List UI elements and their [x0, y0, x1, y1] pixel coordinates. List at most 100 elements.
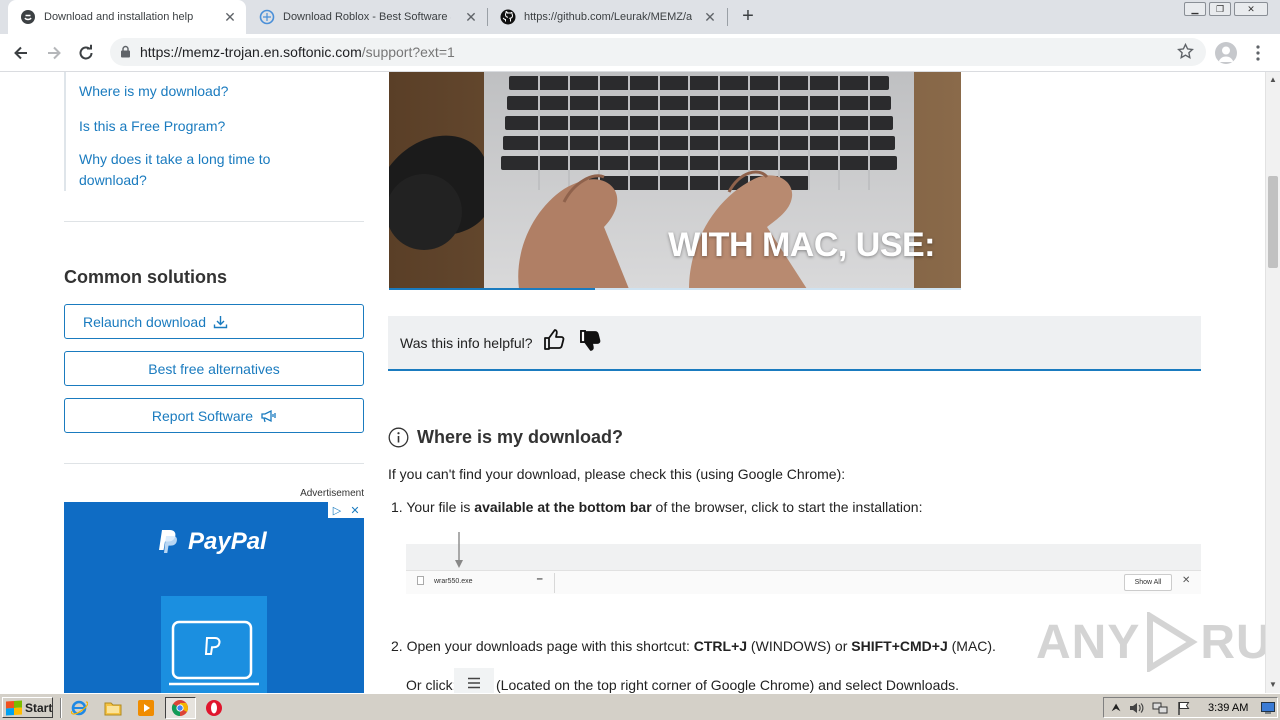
adchoices-badge[interactable]: ▷ ✕ — [328, 502, 364, 518]
close-icon[interactable]: ✕ — [702, 9, 718, 25]
close-icon[interactable]: ✕ — [463, 9, 479, 25]
shelf-close-icon: ✕ — [1182, 575, 1191, 586]
adchoices-icon[interactable]: ▷ — [328, 502, 346, 518]
laptop-illustration — [161, 596, 267, 693]
step-2b-suffix: (Located on the top right corner of Goog… — [496, 677, 960, 693]
tab-separator — [727, 8, 728, 26]
bookmark-star-icon[interactable] — [1177, 42, 1194, 65]
link-free-program[interactable]: Is this a Free Program? — [79, 116, 364, 137]
thumbs-up-icon[interactable] — [542, 328, 566, 357]
divider — [64, 221, 364, 222]
link-where-is-download[interactable]: Where is my download? — [79, 81, 364, 102]
feedback-question: Was this info helpful? — [400, 335, 533, 351]
network-icon[interactable] — [1152, 701, 1168, 715]
tab-github-archive[interactable]: https://github.com/Leurak/MEMZ/archive/m… — [488, 0, 726, 34]
video-caption: WITH MAC, USE: — [668, 226, 935, 264]
paypal-icon — [159, 530, 177, 553]
button-label: Relaunch download — [83, 313, 206, 330]
close-ad-icon[interactable]: ✕ — [346, 502, 364, 518]
step-2b-prefix: Or click: — [406, 677, 457, 693]
volume-icon[interactable] — [1128, 701, 1144, 715]
chrome-icon[interactable] — [171, 699, 189, 717]
tab-title: Download and installation help — [44, 11, 194, 23]
tab-title: https://github.com/Leurak/MEMZ/archive/m… — [524, 11, 692, 23]
github-icon — [500, 9, 516, 25]
download-shelf-image: wrar550.exe ━ Show All ✕ — [406, 532, 1201, 594]
video-progress-bar[interactable] — [389, 288, 961, 290]
window-close-button[interactable]: ✕ — [1234, 2, 1268, 16]
common-solutions-heading: Common solutions — [64, 267, 227, 287]
shelf-file-name: wrar550.exe — [434, 578, 473, 585]
button-label: Report Software — [151, 407, 254, 424]
tab-strip: Download and installation help ✕ Downloa… — [0, 0, 1280, 34]
best-alternatives-button[interactable]: Best free alternatives — [64, 351, 364, 386]
step-1-text: 1. Your file is available at the bottom … — [391, 499, 923, 515]
file-explorer-icon[interactable] — [104, 699, 122, 717]
profile-avatar-icon[interactable] — [1215, 42, 1237, 64]
windows-taskbar: Start ⮝ 3:39 AM — [0, 693, 1280, 720]
arrow-down-icon — [454, 532, 464, 575]
scroll-down-icon[interactable]: ▼ — [1269, 680, 1277, 689]
system-tray: ⮝ 3:39 AM — [1103, 697, 1278, 718]
tray-expand-icon[interactable]: ⮝ — [1108, 701, 1124, 715]
tab-download-help[interactable]: Download and installation help ✕ — [8, 0, 246, 34]
windows-logo-icon — [6, 699, 22, 716]
section-intro: If you can't find your download, please … — [388, 466, 846, 482]
start-button[interactable]: Start — [2, 697, 53, 718]
tutorial-video[interactable]: WITH MAC, USE: — [389, 72, 961, 289]
paypal-logo: PayPal — [156, 528, 267, 556]
scroll-up-icon[interactable]: ▲ — [1269, 75, 1277, 84]
file-icon — [417, 576, 424, 585]
megaphone-icon — [260, 409, 276, 423]
hamburger-menu-icon — [454, 668, 494, 693]
softonic-icon — [20, 9, 36, 25]
report-software-button[interactable]: Report Software — [64, 398, 364, 433]
step-2-text: 2. Open your downloads page with this sh… — [391, 638, 996, 654]
button-label: Best free alternatives — [148, 360, 280, 377]
video-progress-fill — [389, 288, 595, 290]
lock-icon[interactable] — [120, 45, 131, 63]
softonic-icon — [259, 9, 275, 25]
divider — [64, 463, 364, 464]
browser-toolbar: https://memz-trojan.en.softonic.com/supp… — [0, 34, 1280, 72]
download-shelf: wrar550.exe ━ Show All ✕ — [406, 570, 1201, 594]
shelf-file-menu-icon: ━ — [537, 574, 543, 584]
link-long-time[interactable]: Why does it take a long time to download… — [79, 149, 299, 191]
clock: 3:39 AM — [1208, 702, 1249, 714]
back-button[interactable] — [9, 41, 33, 65]
paypal-advertisement[interactable]: ▷ ✕ PayPal — [64, 502, 364, 693]
action-center-flag-icon[interactable] — [1176, 701, 1192, 715]
tab-title: Download Roblox - Best Software & Apps — [283, 11, 451, 23]
feedback-box: Was this info helpful? — [388, 316, 1201, 371]
media-player-icon[interactable] — [137, 699, 155, 717]
forward-arrow-icon — [48, 46, 61, 60]
advertisement-label: Advertisement — [300, 488, 364, 499]
shelf-show-all: Show All — [1124, 574, 1172, 591]
scrollbar-thumb[interactable] — [1268, 176, 1278, 268]
forward-button[interactable] — [42, 41, 66, 65]
tab-download-roblox[interactable]: Download Roblox - Best Software & Apps ✕ — [247, 0, 487, 34]
reload-button[interactable] — [74, 41, 98, 65]
anyrun-watermark: ANY RUN — [1036, 612, 1265, 672]
info-icon — [388, 427, 409, 448]
opera-icon[interactable] — [205, 699, 223, 717]
address-bar[interactable]: https://memz-trojan.en.softonic.com/supp… — [110, 38, 1206, 66]
thumbs-down-icon[interactable] — [578, 328, 602, 357]
page-viewport: Where is my download? Is this a Free Pro… — [0, 72, 1265, 693]
section-heading: Where is my download? — [388, 427, 623, 448]
minimize-button[interactable]: ▁ — [1184, 2, 1206, 16]
close-icon[interactable]: ✕ — [222, 9, 238, 25]
faq-links: Where is my download? Is this a Free Pro… — [64, 72, 364, 191]
reload-icon — [79, 44, 93, 60]
chrome-menu-icon[interactable] — [1252, 43, 1264, 63]
restore-button[interactable]: ❐ — [1209, 2, 1231, 16]
shelf-separator — [554, 573, 555, 593]
back-arrow-icon — [14, 46, 27, 60]
url-text: https://memz-trojan.en.softonic.com/supp… — [140, 44, 455, 60]
download-icon — [213, 315, 228, 329]
new-tab-button[interactable]: + — [738, 6, 758, 27]
show-desktop-icon[interactable] — [1260, 701, 1276, 715]
internet-explorer-icon[interactable] — [70, 699, 88, 717]
page-scrollbar[interactable]: ▲ ▼ — [1265, 72, 1280, 693]
relaunch-download-button[interactable]: Relaunch download — [64, 304, 364, 339]
